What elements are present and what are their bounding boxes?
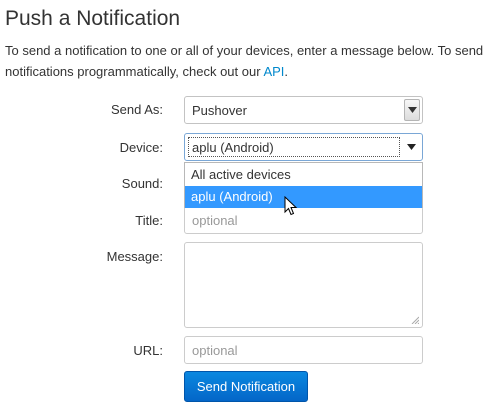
chevron-down-icon[interactable] [404, 99, 420, 121]
device-select[interactable]: aplu (Android) [184, 133, 423, 161]
send-notification-button[interactable]: Send Notification [184, 371, 308, 402]
send-as-value: Pushover [192, 103, 247, 118]
intro-body: To send a notification to one or all of … [5, 43, 484, 79]
device-value: aplu (Android) [192, 140, 274, 155]
send-as-select[interactable]: Pushover [184, 96, 423, 124]
device-dropdown: All active devices aplu (Android) [184, 162, 423, 208]
device-option[interactable]: All active devices [185, 164, 422, 186]
api-link[interactable]: API [263, 64, 284, 79]
device-label: Device: [119, 140, 163, 155]
intro-end: . [284, 64, 289, 79]
title-label: Title: [135, 213, 163, 228]
resize-grip-icon[interactable] [411, 316, 419, 324]
url-placeholder: optional [192, 343, 238, 358]
message-textarea[interactable] [184, 242, 423, 328]
url-label: URL: [133, 343, 163, 358]
title-placeholder: optional [192, 213, 238, 228]
sound-label: Sound: [121, 176, 163, 191]
send-as-label: Send As: [110, 102, 163, 117]
device-option-selected[interactable]: aplu (Android) [185, 186, 422, 208]
intro-text: To send a notification to one or all of … [5, 40, 487, 82]
page-title: Push a Notification [5, 7, 181, 30]
url-input[interactable]: optional [184, 336, 423, 364]
mouse-pointer-icon [284, 196, 298, 216]
title-input[interactable]: optional [184, 206, 423, 234]
message-label: Message: [106, 249, 163, 264]
chevron-down-icon[interactable] [403, 136, 419, 158]
